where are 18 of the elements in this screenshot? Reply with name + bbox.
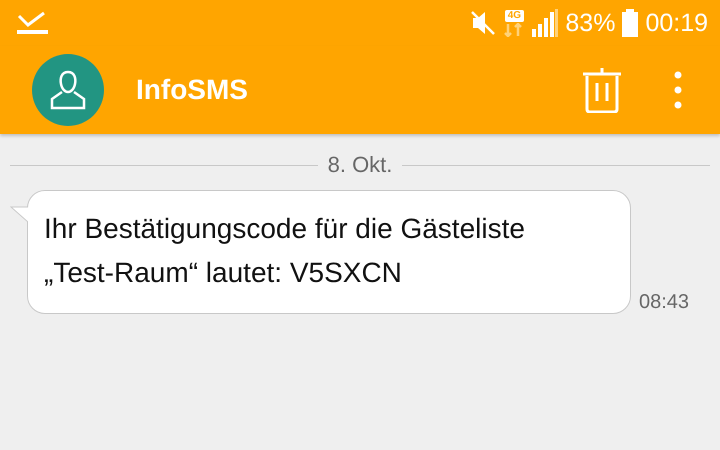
mute-icon	[470, 10, 496, 36]
contact-name: InfoSMS	[136, 74, 249, 106]
person-icon	[50, 70, 86, 110]
download-done-icon	[16, 11, 48, 35]
message-time: 08:43	[639, 291, 690, 314]
date-divider: 8. Okt.	[328, 152, 392, 178]
delete-button[interactable]	[582, 67, 622, 113]
trash-icon	[582, 67, 622, 113]
network-type-badge: 4G	[504, 10, 524, 22]
clock: 00:19	[645, 8, 708, 38]
more-icon	[674, 71, 682, 109]
signal-icon	[532, 9, 558, 37]
message-text: Ihr Bestätigungscode für die Gästeliste „Test-Raum“ lautet: V5SXCN	[44, 213, 525, 288]
battery-icon	[622, 9, 638, 37]
battery-percentage: 83%	[565, 8, 616, 38]
message-bubble[interactable]: Ihr Bestätigungscode für die Gästeliste „Test-Raum“ lautet: V5SXCN	[27, 190, 631, 314]
more-options-button[interactable]	[674, 71, 682, 109]
bubble-tail	[10, 206, 28, 222]
